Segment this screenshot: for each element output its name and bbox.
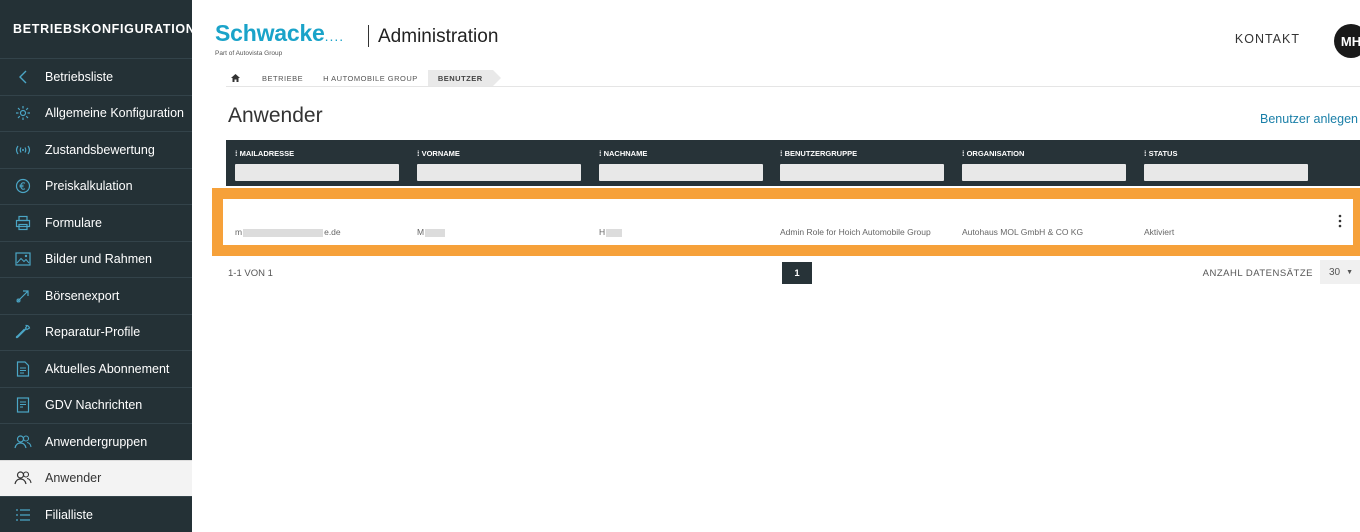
row-menu-icon[interactable] (1335, 213, 1345, 229)
sidebar-item-label: Anwender (45, 471, 102, 486)
sidebar-title: BETRIEBSKONFIGURATION (13, 22, 196, 36)
table-header: ⁞ MAILADRESSE ⁞ VORNAME ⁞ NACHNAME ⁞ BEN… (226, 140, 1360, 186)
header-separator (368, 25, 369, 47)
records-per-page-label: ANZAHL DATENSÄTZE (1202, 268, 1313, 279)
list-icon (13, 508, 33, 522)
filter-nachname-input[interactable] (599, 164, 763, 181)
benutzer-anlegen-link[interactable]: Benutzer anlegen (1260, 112, 1358, 126)
cell-mailadresse: m e.de (235, 227, 341, 237)
sidebar-item-preiskalkulation[interactable]: Preiskalkulation (0, 167, 192, 205)
sidebar-item-anwendergruppen[interactable]: Anwendergruppen (0, 423, 192, 460)
chevron-down-icon: ▼ (1346, 268, 1354, 276)
column-header-benutzergruppe[interactable]: ⁞ BENUTZERGRUPPE (780, 149, 857, 158)
sidebar-item-aktuelles-abonnement[interactable]: Aktuelles Abonnement (0, 350, 192, 387)
filter-mailadresse-input[interactable] (235, 164, 399, 181)
printer-icon (13, 215, 33, 231)
filter-status-input[interactable] (1144, 164, 1308, 181)
filter-organisation-input[interactable] (962, 164, 1126, 181)
sidebar-item-label: Filialliste (45, 507, 93, 522)
page-title: Anwender (228, 104, 323, 127)
breadcrumb-betriebe[interactable]: BETRIEBE (252, 70, 313, 86)
logo-dots: .... (324, 28, 345, 44)
sidebar-item-label: Anwendergruppen (45, 434, 148, 449)
pagination-page-1[interactable]: 1 (782, 262, 812, 284)
header: Schwacke.... Part of Autovista Group Adm… (192, 0, 1360, 68)
sidebar-item-allgemeine-konfiguration[interactable]: Allgemeine Konfiguration (0, 94, 192, 132)
sidebar-item-betriebsliste[interactable]: Betriebsliste (0, 58, 192, 95)
signal-icon (13, 144, 33, 156)
euro-icon (13, 178, 33, 194)
sidebar-item-label: GDV Nachrichten (45, 398, 143, 413)
cell-benutzergruppe: Admin Role for Hoich Automobile Group (780, 227, 931, 237)
sidebar-item-label: Allgemeine Konfiguration (45, 106, 184, 121)
records-per-page-select[interactable]: 30 ▼ (1320, 260, 1360, 284)
sidebar-item-label: Zustandsbewertung (45, 142, 155, 157)
users-icon (13, 434, 33, 450)
column-header-organisation[interactable]: ⁞ ORGANISATION (962, 149, 1024, 158)
filter-vorname-input[interactable] (417, 164, 581, 181)
users-icon (13, 470, 33, 486)
column-header-vorname[interactable]: ⁞ VORNAME (417, 149, 460, 158)
cell-vorname: M (417, 227, 446, 237)
sidebar-item-label: Börsenexport (45, 288, 120, 303)
sidebar-item-label: Reparatur-Profile (45, 325, 141, 340)
records-per-page-value: 30 (1329, 266, 1341, 278)
image-icon (13, 252, 33, 266)
sidebar-item-label: Preiskalkulation (45, 179, 133, 194)
message-doc-icon (13, 397, 33, 413)
sidebar-item-formulare[interactable]: Formulare (0, 204, 192, 241)
wrench-icon (13, 324, 33, 340)
sidebar-item-label: Aktuelles Abonnement (45, 361, 170, 376)
document-icon (13, 361, 33, 377)
sidebar-item-reparatur-profile[interactable]: Reparatur-Profile (0, 313, 192, 351)
cell-organisation: Autohaus MOL GmbH & CO KG (962, 227, 1084, 237)
sidebar-item-anwender[interactable]: Anwender (0, 459, 192, 496)
gear-icon (13, 105, 33, 121)
sidebar-item-boersenexport[interactable]: Börsenexport (0, 277, 192, 314)
sidebar-item-bilder-und-rahmen[interactable]: Bilder und Rahmen (0, 240, 192, 278)
cell-nachname: H (599, 227, 623, 237)
avatar[interactable]: MH (1334, 24, 1360, 58)
sidebar-item-label: Bilder und Rahmen (45, 252, 153, 267)
logo-wordmark: Schwacke (215, 20, 325, 46)
kontakt-link[interactable]: KONTAKT (1235, 32, 1300, 46)
schwacke-logo[interactable]: Schwacke.... Part of Autovista Group (215, 20, 345, 57)
row-highlight-frame (212, 188, 1360, 256)
logo-subtitle: Part of Autovista Group (215, 50, 283, 57)
breadcrumb-automobile-group[interactable]: H AUTOMOBILE GROUP (313, 70, 428, 86)
breadcrumb-divider (226, 86, 1360, 87)
sidebar-item-label: Betriebsliste (45, 69, 114, 84)
column-header-mailadresse[interactable]: ⁞ MAILADRESSE (235, 149, 294, 158)
sidebar-item-zustandsbewertung[interactable]: Zustandsbewertung (0, 131, 192, 168)
page-header-title: Administration (378, 26, 499, 47)
column-header-nachname[interactable]: ⁞ NACHNAME (599, 149, 647, 158)
chevron-left-icon (13, 70, 33, 84)
export-icon (13, 288, 33, 304)
record-count: 1-1 VON 1 (228, 268, 273, 279)
sidebar-item-filialliste[interactable]: Filialliste (0, 496, 192, 532)
sidebar-item-label: Formulare (45, 215, 102, 230)
column-header-status[interactable]: ⁞ STATUS (1144, 149, 1177, 158)
filter-benutzergruppe-input[interactable] (780, 164, 944, 181)
breadcrumb: BETRIEBE H AUTOMOBILE GROUP BENUTZER (226, 70, 501, 86)
home-icon[interactable] (231, 74, 240, 82)
breadcrumb-benutzer: BENUTZER (427, 70, 501, 86)
sidebar-item-gdv-nachrichten[interactable]: GDV Nachrichten (0, 386, 192, 424)
sidebar: BETRIEBSKONFIGURATION Betriebsliste Allg… (0, 0, 196, 532)
cell-status: Aktiviert (1144, 227, 1175, 237)
